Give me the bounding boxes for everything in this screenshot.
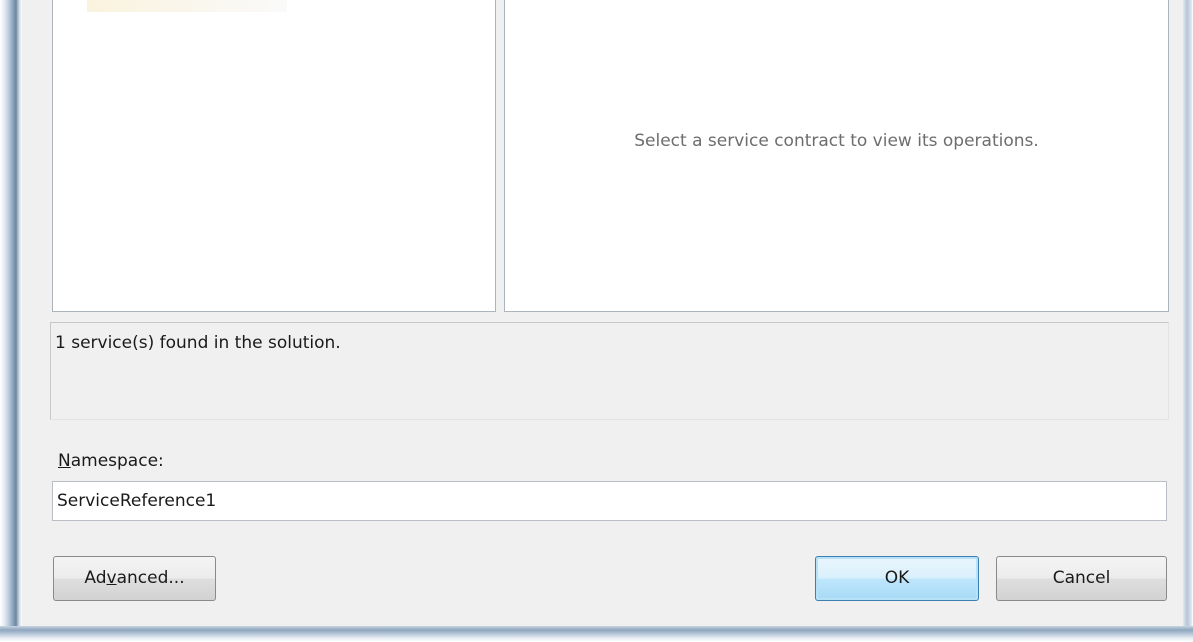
- ok-button[interactable]: OK: [815, 556, 979, 601]
- namespace-label: Namespace:: [58, 451, 164, 471]
- namespace-label-hotkey: N: [58, 451, 71, 471]
- services-tree-item[interactable]: [87, 0, 287, 12]
- advanced-button[interactable]: Advanced...: [53, 556, 216, 601]
- services-tree-pane[interactable]: [52, 0, 496, 312]
- status-message-box: 1 service(s) found in the solution.: [50, 322, 1169, 420]
- window-frame-right: [1183, 0, 1193, 642]
- cancel-button[interactable]: Cancel: [996, 556, 1167, 601]
- namespace-input[interactable]: [52, 481, 1167, 521]
- advanced-label-end: anced...: [116, 568, 185, 588]
- advanced-label-hotkey: v: [106, 568, 117, 588]
- operations-placeholder-text: Select a service contract to view its op…: [634, 131, 1039, 151]
- namespace-label-rest: amespace:: [70, 451, 164, 471]
- window-frame-bottom: [0, 626, 1193, 642]
- advanced-label-start: Ad: [84, 568, 107, 588]
- window-frame-left: [0, 0, 22, 642]
- add-service-reference-dialog: Select a service contract to view its op…: [0, 0, 1193, 642]
- status-message-text: 1 service(s) found in the solution.: [55, 333, 341, 353]
- operations-pane[interactable]: Select a service contract to view its op…: [504, 0, 1169, 312]
